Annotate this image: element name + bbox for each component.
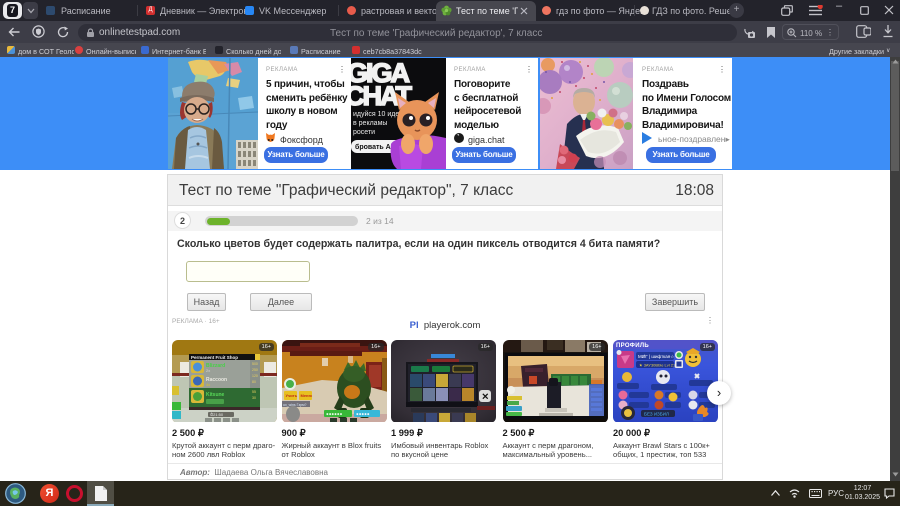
svg-text:MØΓ | шифткая☆: MØΓ | шифткая☆ <box>638 354 675 359</box>
svg-text:2x: 2x <box>206 368 210 373</box>
svg-text:Permanent Fruit Shop: Permanent Fruit Shop <box>191 355 238 360</box>
svg-text:росети: росети <box>353 129 375 136</box>
svg-text:500: 500 <box>252 362 258 366</box>
svg-text:✕: ✕ <box>482 391 490 401</box>
svg-text:бровать AI: бровать AI <box>355 143 393 151</box>
svg-text:80: 80 <box>252 380 256 384</box>
svg-text:30: 30 <box>252 396 256 400</box>
svg-text:4x: 4x <box>206 382 210 387</box>
svg-text:Учить: Учить <box>285 393 297 398</box>
svg-text:ПРОФИЛЬ: ПРОФИЛЬ <box>616 343 649 349</box>
svg-text:55: 55 <box>252 390 256 394</box>
svg-text:⏱21:50: ⏱21:50 <box>210 412 224 417</box>
svg-text:БЕЗ ИЗБИЛ: БЕЗ ИЗБИЛ <box>644 411 669 416</box>
svg-text:★ 3AY30Bblе Lvl 21: ★ 3AY30Bblе Lvl 21 <box>639 362 676 367</box>
svg-text:●●●●●: ●●●●● <box>356 411 370 416</box>
svg-text:250: 250 <box>252 368 258 372</box>
svg-text:идуйся 10 идей: идуйся 10 идей <box>353 110 403 118</box>
svg-text:●●●●●●: ●●●●●● <box>326 411 343 416</box>
svg-text:Меню: Меню <box>300 393 312 398</box>
svg-text:120: 120 <box>252 374 258 378</box>
svg-text:в рекламы: в рекламы <box>353 120 387 127</box>
svg-text:Kitsune: Kitsune <box>206 392 225 398</box>
